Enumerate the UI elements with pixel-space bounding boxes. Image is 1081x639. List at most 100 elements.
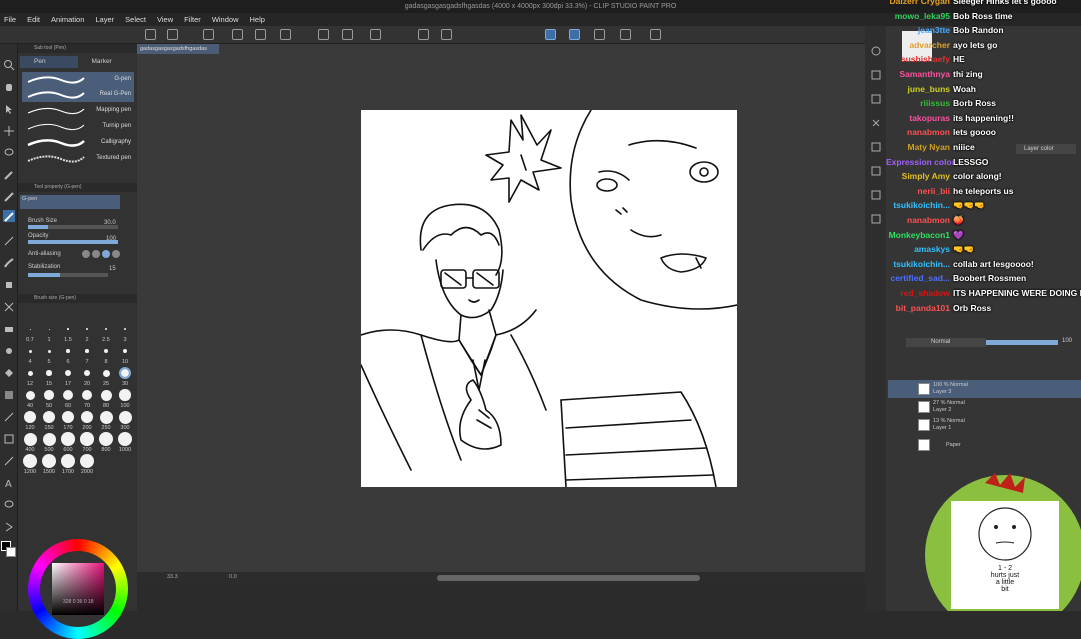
brush-size-dot[interactable] (118, 410, 132, 424)
brush-size-value[interactable]: 30.0 (104, 220, 116, 226)
info-icon[interactable] (870, 92, 882, 104)
open-icon[interactable] (255, 29, 266, 40)
color-picker-square[interactable] (52, 563, 104, 615)
opacity-slider[interactable] (28, 240, 118, 244)
tab-marker[interactable]: Marker (78, 56, 136, 68)
brush-size-dot[interactable] (61, 410, 75, 424)
brush-size-dot[interactable] (27, 370, 33, 376)
menu-help[interactable]: Help (250, 15, 265, 24)
layer-opacity-value[interactable]: 100 (1062, 338, 1072, 344)
cloud-icon[interactable] (203, 29, 214, 40)
brush-size-dot[interactable] (80, 432, 94, 446)
brush-real-g-pen[interactable]: Real G-Pen (22, 87, 134, 102)
loading-icon[interactable] (370, 29, 381, 40)
brush-size-dot[interactable] (119, 367, 131, 379)
layer-row-paper[interactable]: Paper (888, 436, 1081, 454)
menu-select[interactable]: Select (125, 15, 146, 24)
fill-tool-icon[interactable] (3, 366, 15, 378)
layer-search-icon[interactable] (870, 164, 882, 176)
brush-size-dot[interactable] (122, 348, 128, 354)
brush-size-dot[interactable] (79, 453, 95, 469)
menu-window[interactable]: Window (212, 15, 239, 24)
pen-tool-icon[interactable] (3, 190, 15, 202)
brush-g-pen[interactable]: G-pen (22, 72, 134, 87)
brush-size-dot[interactable] (24, 411, 36, 423)
brush-mapping-pen[interactable]: Mapping pen (22, 103, 134, 118)
reference-icon[interactable] (620, 29, 631, 40)
menu-icon[interactable] (145, 29, 156, 40)
horizontal-scrollbar[interactable] (437, 575, 700, 581)
sub-view-icon[interactable] (870, 68, 882, 80)
decoration-icon[interactable] (3, 300, 15, 312)
navigator-icon[interactable] (870, 44, 882, 56)
layer-opacity-slider[interactable] (986, 340, 1058, 345)
tab-pen[interactable]: Pen (20, 56, 78, 68)
layer-row-2[interactable]: 27 % Normal Layer 2 (888, 398, 1081, 416)
sub-color-swatch[interactable] (6, 547, 16, 557)
pen-selected-icon[interactable] (3, 210, 15, 222)
brush-size-dot[interactable] (102, 369, 110, 377)
brush-turnip-pen[interactable]: Turnip pen (22, 119, 134, 134)
menu-view[interactable]: View (157, 15, 173, 24)
pen-pressure-icon[interactable] (594, 29, 605, 40)
hand-tool-icon[interactable] (3, 80, 15, 92)
document-tab[interactable]: gadasgasgasgadsfhgasdas (137, 44, 219, 54)
brush-size-dot[interactable] (104, 349, 108, 353)
eyedropper-icon[interactable] (3, 168, 15, 180)
brush-size-dot[interactable] (85, 349, 89, 353)
brush-size-dot[interactable] (99, 410, 113, 424)
brush-size-dot[interactable] (28, 349, 32, 353)
eraser-icon[interactable] (3, 322, 15, 334)
brush-size-dot[interactable] (23, 454, 37, 468)
fill-icon[interactable] (418, 29, 429, 40)
menu-edit[interactable]: Edit (27, 15, 40, 24)
brush-size-dot[interactable] (61, 432, 75, 446)
color-wheel[interactable] (28, 539, 128, 639)
brush-size-dot[interactable] (42, 432, 56, 446)
stabilization-slider[interactable] (28, 273, 108, 277)
zoom-readout[interactable]: 33.3 (167, 574, 178, 580)
brush-icon[interactable] (3, 256, 15, 268)
redo-icon[interactable] (342, 29, 353, 40)
opacity-value[interactable]: 100 (106, 236, 116, 242)
rotation-readout[interactable]: 0.0 (229, 574, 237, 580)
brush-size-dot[interactable] (65, 370, 71, 376)
layer-property-icon[interactable] (870, 140, 882, 152)
figure-icon[interactable] (3, 410, 15, 422)
brush-size-dot[interactable] (44, 390, 54, 400)
frame-icon[interactable] (3, 432, 15, 444)
brush-size-dot[interactable] (123, 327, 127, 331)
brush-size-dot[interactable] (86, 328, 88, 330)
brush-size-dot[interactable] (66, 349, 70, 353)
layer-row-3[interactable]: 100 % Normal Layer 3 (888, 380, 1081, 398)
brush-size-dot[interactable] (23, 432, 37, 446)
brush-size-dot[interactable] (63, 390, 73, 400)
brush-calligraphy[interactable]: Calligraphy (22, 135, 134, 150)
brush-size-dot[interactable] (80, 410, 94, 424)
menu-filter[interactable]: Filter (184, 15, 201, 24)
share-icon[interactable] (650, 29, 661, 40)
correct-line-icon[interactable] (3, 520, 15, 532)
snap-special-ruler-icon[interactable] (569, 29, 580, 40)
brush-size-dot[interactable] (42, 454, 56, 468)
layer-row-1[interactable]: 13 % Normal Layer 1 (888, 416, 1081, 434)
pencil-icon[interactable] (3, 234, 15, 246)
save-icon[interactable] (280, 29, 291, 40)
material-icon[interactable] (870, 212, 882, 224)
gradient-icon[interactable] (3, 388, 15, 400)
brush-textured-pen[interactable]: Textured pen (22, 151, 134, 166)
brush-size-dot[interactable] (60, 453, 76, 469)
brush-size-dot[interactable] (105, 328, 107, 330)
brush-size-dot[interactable] (25, 390, 35, 400)
brush-size-dot[interactable] (118, 432, 132, 446)
close-panel-icon[interactable] (870, 116, 882, 128)
brush-size-dot[interactable] (100, 389, 112, 401)
brush-size-dot[interactable] (99, 432, 113, 446)
brush-size-dot[interactable] (83, 369, 91, 377)
crop-icon[interactable] (441, 29, 452, 40)
airbrush-icon[interactable] (3, 278, 15, 290)
ruler-icon[interactable] (3, 454, 15, 466)
balloon-icon[interactable] (3, 498, 15, 510)
antialiasing-options[interactable] (82, 250, 126, 258)
lasso-icon[interactable] (3, 146, 15, 158)
